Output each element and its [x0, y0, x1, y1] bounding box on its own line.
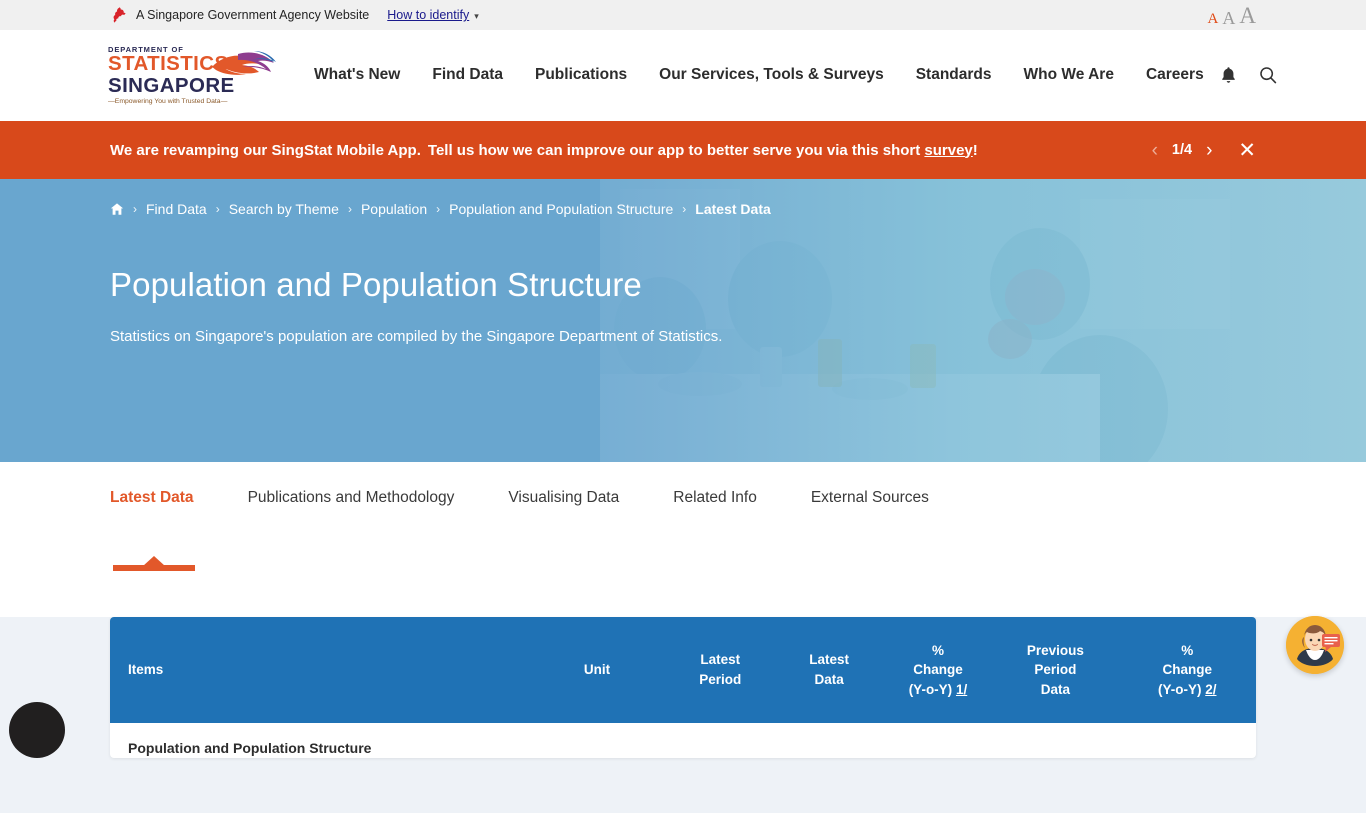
tab-publications-and-methodology[interactable]: Publications and Methodology — [248, 489, 455, 507]
breadcrumb-separator: › — [436, 202, 441, 216]
column-header-line2: Change — [1162, 662, 1212, 678]
column-header-line3: (Y-o-Y) — [908, 681, 953, 697]
font-size-large-button[interactable]: A — [1239, 4, 1256, 27]
banner-prev-button[interactable]: ‹ — [1152, 141, 1158, 160]
font-size-medium-button[interactable]: A — [1222, 9, 1235, 27]
nav-item-who-we-are[interactable]: Who We Are — [1008, 66, 1130, 84]
content-tabs: Latest Data Publications and Methodology… — [0, 462, 1366, 574]
table-header-row: Items Unit Latest Period Latest Data % C… — [110, 617, 1256, 723]
footnote-link-1[interactable]: 1/ — [956, 682, 967, 697]
how-to-identify-label: How to identify — [387, 8, 470, 22]
masthead-text: A Singapore Government Agency Website — [136, 8, 370, 22]
column-header-pct-change-yoy-1[interactable]: % Change (Y-o-Y) 1/ — [883, 617, 993, 723]
bell-icon[interactable] — [1220, 66, 1237, 84]
accessibility-icon[interactable] — [9, 702, 65, 758]
nav-item-whats-new[interactable]: What's New — [298, 66, 416, 84]
column-header-line2: Change — [913, 662, 963, 678]
cell-latest-period — [666, 723, 775, 758]
tab-external-sources[interactable]: External Sources — [811, 489, 929, 507]
breadcrumb-item-population[interactable]: Population — [361, 201, 427, 217]
nav-item-our-services-tools-surveys[interactable]: Our Services, Tools & Surveys — [643, 66, 900, 84]
column-header-pct-change-yoy-2[interactable]: % Change (Y-o-Y) 2/ — [1118, 617, 1256, 723]
nav-item-careers[interactable]: Careers — [1130, 66, 1220, 84]
column-header-latest-data[interactable]: Latest Data — [774, 617, 884, 723]
logo-swoosh-icon — [212, 50, 276, 75]
announcement-text-part2: Tell us how we can improve our app to be… — [427, 141, 921, 159]
announcement-text-part1: We are revamping our SingStat Mobile App… — [110, 141, 421, 159]
column-header-previous-period-data[interactable]: Previous Period Data — [992, 617, 1119, 723]
breadcrumb-separator: › — [682, 202, 687, 216]
font-size-small-button[interactable]: A — [1208, 11, 1219, 27]
breadcrumb-separator: › — [215, 202, 220, 216]
announcement-banner: We are revamping our SingStat Mobile App… — [0, 121, 1366, 179]
page-subtitle: Statistics on Singapore's population are… — [110, 328, 723, 345]
chatbot-avatar-icon[interactable] — [1286, 616, 1344, 674]
how-to-identify-link[interactable]: How to identify ▾ — [387, 8, 479, 22]
singapore-lion-icon — [113, 7, 126, 23]
cell-latest-data — [775, 723, 884, 758]
logo-tagline: Empowering You with Trusted Data — [108, 98, 268, 105]
cell-pct-change-2 — [1118, 723, 1256, 758]
column-header-line1: % — [1181, 642, 1194, 658]
nav-item-find-data[interactable]: Find Data — [416, 66, 519, 84]
column-header-line2: Data — [814, 672, 844, 687]
cell-items: Population and Population Structure — [128, 740, 372, 756]
cell-unit — [528, 723, 666, 758]
banner-close-button[interactable]: ✕ — [1238, 140, 1256, 161]
column-header-unit[interactable]: Unit — [528, 617, 666, 723]
main-navigation[interactable]: What's New Find Data Publications Our Se… — [298, 66, 1220, 84]
site-header: DEPARTMENT OF STATISTICS SINGAPORE Empow… — [0, 30, 1366, 121]
breadcrumb-separator: › — [347, 202, 352, 216]
tab-visualising-data[interactable]: Visualising Data — [508, 489, 619, 507]
main-content: Items Unit Latest Period Latest Data % C… — [0, 617, 1366, 813]
column-header-latest-period[interactable]: Latest Period — [665, 617, 775, 723]
column-header-line3: Data — [1040, 681, 1071, 697]
nav-item-publications[interactable]: Publications — [519, 66, 643, 84]
tab-related-info[interactable]: Related Info — [673, 489, 757, 507]
nav-item-standards[interactable]: Standards — [900, 66, 1008, 84]
column-header-line2: Period — [699, 672, 742, 687]
announcement-text-end: ! — [972, 141, 978, 159]
column-header-line1: Latest — [809, 652, 849, 668]
breadcrumb-item-search-by-theme[interactable]: Search by Theme — [229, 201, 339, 217]
tab-latest-data[interactable]: Latest Data — [110, 489, 194, 507]
home-icon[interactable] — [110, 202, 124, 216]
chevron-down-icon: ▾ — [474, 11, 479, 21]
breadcrumb-separator: › — [133, 202, 137, 216]
cell-previous-period-data — [992, 723, 1118, 758]
footnote-link-2[interactable]: 2/ — [1205, 682, 1216, 697]
column-header-line3: (Y-o-Y) — [1157, 681, 1202, 697]
banner-next-button[interactable]: › — [1206, 141, 1212, 160]
column-header-line1: Latest — [700, 652, 741, 668]
singstat-logo[interactable]: DEPARTMENT OF STATISTICS SINGAPORE Empow… — [108, 45, 276, 105]
latest-data-table-card: Items Unit Latest Period Latest Data % C… — [110, 617, 1256, 758]
column-header-line2: Period — [1034, 662, 1077, 678]
latest-data-table: Items Unit Latest Period Latest Data % C… — [110, 617, 1256, 758]
active-tab-indicator — [113, 565, 195, 571]
banner-counter: 1/4 — [1171, 142, 1193, 158]
hero-section: › Find Data › Search by Theme › Populati… — [0, 179, 1366, 462]
breadcrumb-item-find-data[interactable]: Find Data — [146, 201, 207, 217]
column-header-line1: Previous — [1026, 642, 1084, 658]
breadcrumb-item-latest-data: Latest Data — [695, 201, 771, 217]
column-header-items[interactable]: Items — [110, 617, 529, 723]
government-masthead: A Singapore Government Agency Website Ho… — [0, 0, 1366, 30]
breadcrumb-item-population-and-population-structure[interactable]: Population and Population Structure — [449, 201, 673, 217]
announcement-text: We are revamping our SingStat Mobile App… — [110, 142, 978, 159]
search-icon[interactable] — [1259, 66, 1277, 84]
table-row[interactable]: Population and Population Structure — [110, 723, 1256, 758]
cell-pct-change-1 — [884, 723, 993, 758]
column-header-line1: % — [931, 642, 944, 658]
page-title: Population and Population Structure — [110, 266, 642, 303]
breadcrumb[interactable]: › Find Data › Search by Theme › Populati… — [110, 179, 1256, 217]
font-size-controls[interactable]: A A A — [1208, 4, 1256, 27]
survey-link[interactable]: survey — [924, 142, 972, 159]
